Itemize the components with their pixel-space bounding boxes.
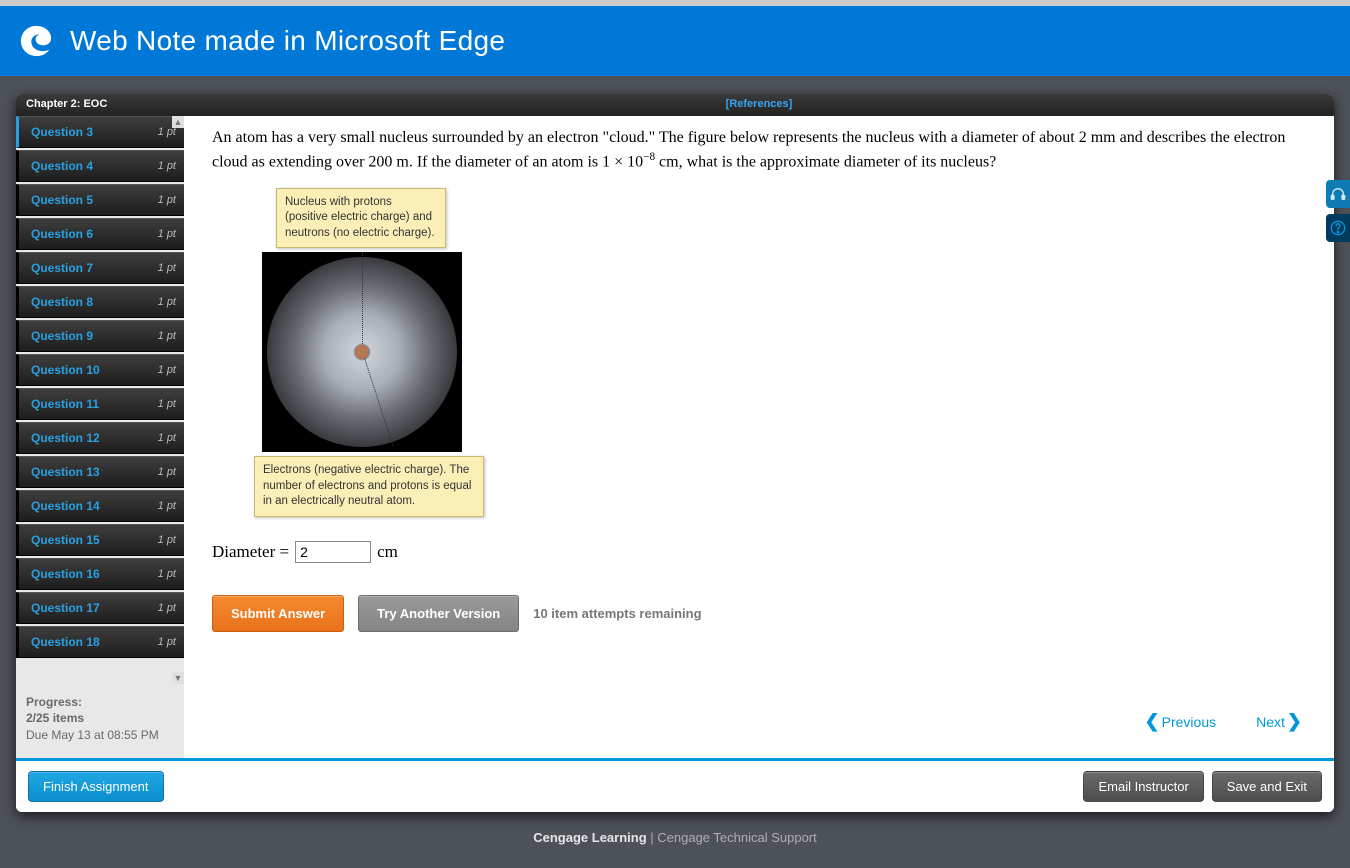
nucleus-icon: [355, 345, 369, 359]
try-another-button[interactable]: Try Another Version: [358, 595, 519, 632]
scroll-up-icon[interactable]: ▲: [172, 116, 184, 128]
question-label: Question 3: [31, 125, 93, 139]
sidebar-item-question[interactable]: Question 12 1 pt: [16, 422, 184, 454]
edge-header: Web Note made in Microsoft Edge: [0, 0, 1350, 76]
action-row: Submit Answer Try Another Version 10 ite…: [212, 595, 1306, 632]
scroll-down-icon[interactable]: ▼: [172, 672, 184, 684]
progress-value: 2/25 items: [26, 711, 84, 725]
sidebar-item-question[interactable]: Question 15 1 pt: [16, 524, 184, 556]
question-sidebar: ▲ Question 31 ptQuestion 41 ptQuestion 5…: [16, 116, 184, 758]
question-points: 1 pt: [158, 160, 176, 172]
question-text: An atom has a very small nucleus surroun…: [212, 126, 1306, 174]
page-footer: Cengage Learning | Cengage Technical Sup…: [16, 812, 1334, 845]
callout-electrons: Electrons (negative electric charge). Th…: [254, 456, 484, 517]
question-label: Question 12: [31, 431, 100, 445]
question-label: Question 13: [31, 465, 100, 479]
question-label: Question 7: [31, 261, 93, 275]
sidebar-item-question[interactable]: Question 11 1 pt: [16, 388, 184, 420]
chevron-right-icon: ❯: [1287, 711, 1302, 732]
top-bar: Chapter 2: EOC [References]: [16, 94, 1334, 116]
due-date: Due May 13 at 08:55 PM: [26, 728, 159, 742]
question-list[interactable]: ▲ Question 31 ptQuestion 41 ptQuestion 5…: [16, 116, 184, 684]
question-label: Question 9: [31, 329, 93, 343]
next-link[interactable]: Next ❯: [1256, 711, 1302, 732]
sidebar-item-question[interactable]: Question 5 1 pt: [16, 184, 184, 216]
question-label: Question 6: [31, 227, 93, 241]
question-label: Question 16: [31, 567, 100, 581]
question-points: 1 pt: [158, 262, 176, 274]
chapter-label: Chapter 2: EOC: [16, 94, 184, 116]
sidebar-item-question[interactable]: Question 6 1 pt: [16, 218, 184, 250]
sidebar-item-question[interactable]: Question 17 1 pt: [16, 592, 184, 624]
footer-bar: Finish Assignment Email Instructor Save …: [16, 758, 1334, 812]
figure: Nucleus with protons (positive electric …: [262, 188, 552, 517]
question-points: 1 pt: [158, 296, 176, 308]
question-label: Question 10: [31, 363, 100, 377]
question-points: 1 pt: [158, 534, 176, 546]
sidebar-item-question[interactable]: Question 10 1 pt: [16, 354, 184, 386]
sidebar-item-question[interactable]: Question 8 1 pt: [16, 286, 184, 318]
question-label: Question 4: [31, 159, 93, 173]
finish-assignment-button[interactable]: Finish Assignment: [28, 771, 164, 802]
question-label: Question 18: [31, 635, 100, 649]
sidebar-item-question[interactable]: Question 18 1 pt: [16, 626, 184, 658]
attempts-remaining: 10 item attempts remaining: [533, 606, 701, 621]
question-label: Question 15: [31, 533, 100, 547]
sidebar-item-question[interactable]: Question 4 1 pt: [16, 150, 184, 182]
footer-support-link[interactable]: Cengage Technical Support: [657, 830, 817, 845]
question-points: 1 pt: [158, 500, 176, 512]
headset-icon[interactable]: [1326, 180, 1350, 208]
question-points: 1 pt: [158, 194, 176, 206]
question-label: Question 11: [31, 397, 99, 411]
sidebar-item-question[interactable]: Question 14 1 pt: [16, 490, 184, 522]
submit-answer-button[interactable]: Submit Answer: [212, 595, 344, 632]
question-points: 1 pt: [158, 636, 176, 648]
sidebar-item-question[interactable]: Question 13 1 pt: [16, 456, 184, 488]
save-and-exit-button[interactable]: Save and Exit: [1212, 771, 1322, 802]
progress-label: Progress:: [26, 695, 82, 709]
help-icon[interactable]: [1326, 214, 1350, 242]
question-label: Question 14: [31, 499, 100, 513]
edge-title: Web Note made in Microsoft Edge: [70, 25, 505, 57]
previous-link[interactable]: ❮ Previous: [1145, 711, 1217, 732]
question-points: 1 pt: [158, 568, 176, 580]
question-points: 1 pt: [158, 432, 176, 444]
question-points: 1 pt: [158, 364, 176, 376]
question-points: 1 pt: [158, 398, 176, 410]
sidebar-item-question[interactable]: Question 31 pt: [16, 116, 184, 148]
progress-box: Progress: 2/25 items Due May 13 at 08:55…: [16, 684, 184, 758]
callout-nucleus: Nucleus with protons (positive electric …: [276, 188, 446, 249]
answer-row: Diameter = cm: [212, 541, 1306, 563]
question-points: 1 pt: [158, 330, 176, 342]
side-tools: [1326, 180, 1350, 242]
answer-unit: cm: [377, 542, 398, 562]
email-instructor-button[interactable]: Email Instructor: [1083, 771, 1203, 802]
edge-logo-icon: [18, 23, 54, 59]
question-label: Question 5: [31, 193, 93, 207]
diameter-input[interactable]: [295, 541, 371, 563]
chevron-left-icon: ❮: [1145, 711, 1160, 732]
question-content: An atom has a very small nucleus surroun…: [184, 116, 1334, 758]
question-label: Question 17: [31, 601, 100, 615]
question-label: Question 8: [31, 295, 93, 309]
footer-brand: Cengage Learning: [533, 830, 646, 845]
nav-row: ❮ Previous Next ❯: [212, 701, 1306, 748]
question-points: 1 pt: [158, 228, 176, 240]
sidebar-item-question[interactable]: Question 16 1 pt: [16, 558, 184, 590]
sidebar-item-question[interactable]: Question 9 1 pt: [16, 320, 184, 352]
references-link[interactable]: [References]: [184, 94, 1334, 116]
question-points: 1 pt: [158, 602, 176, 614]
answer-label: Diameter =: [212, 542, 289, 562]
atom-image: [262, 252, 462, 452]
sidebar-item-question[interactable]: Question 7 1 pt: [16, 252, 184, 284]
question-points: 1 pt: [158, 466, 176, 478]
app-container: Chapter 2: EOC [References] ▲ Question 3…: [16, 94, 1334, 812]
